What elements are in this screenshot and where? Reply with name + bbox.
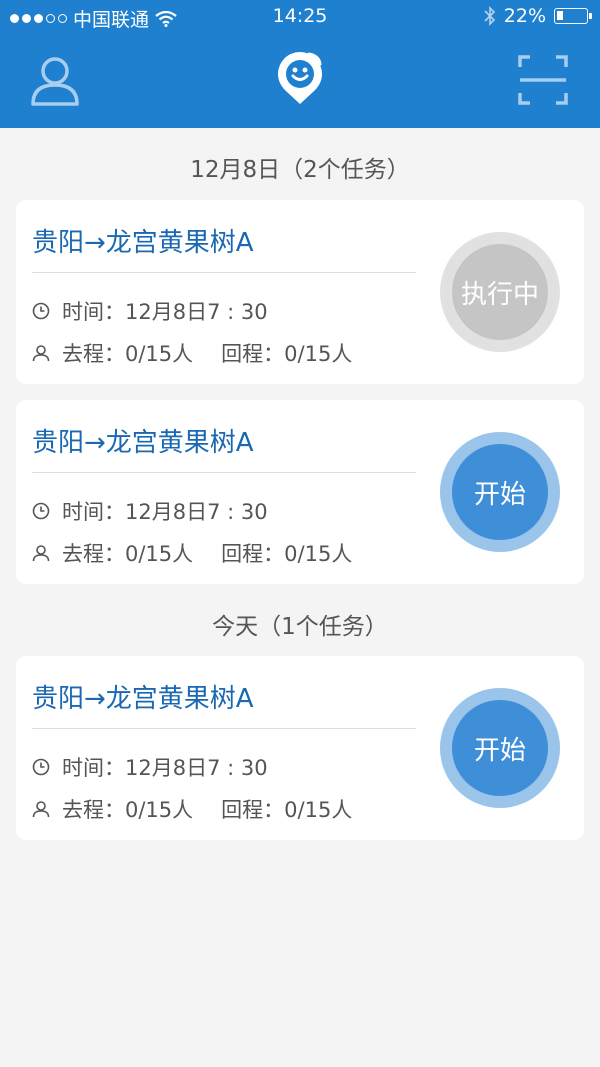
battery-icon	[554, 8, 592, 24]
location-pin-logo-icon	[278, 52, 322, 104]
time-label: 时间：	[62, 500, 125, 524]
clock-icon	[32, 758, 50, 776]
route-title: 贵阳→龙宫黄果树A	[32, 228, 254, 258]
time-row: 时间： 12月8日7 : 30	[32, 496, 268, 526]
action-label: 执行中	[452, 244, 548, 340]
task-card[interactable]: 贵阳→龙宫黄果树A 时间： 12月8日7 : 30 去程： 0/15人 回程： …	[16, 656, 584, 840]
section-header-date: 12月8日（2个任务）	[190, 157, 410, 183]
running-status-button[interactable]: 执行中	[440, 232, 560, 352]
action-label: 开始	[452, 700, 548, 796]
return-value: 0/15人	[284, 542, 353, 566]
battery-percent: 22%	[503, 5, 546, 27]
start-button[interactable]: 开始	[440, 432, 560, 552]
action-label: 开始	[452, 444, 548, 540]
return-value: 0/15人	[284, 342, 353, 366]
divider	[32, 272, 416, 273]
profile-button[interactable]	[30, 55, 80, 111]
return-value: 0/15人	[284, 798, 353, 822]
passenger-row: 去程： 0/15人 回程： 0/15人	[32, 538, 352, 568]
clock-icon	[32, 302, 50, 320]
status-right: 22%	[484, 5, 592, 27]
divider	[32, 472, 416, 473]
person-icon	[32, 545, 50, 562]
outbound-label: 去程：	[62, 798, 125, 822]
return-label: 回程：	[221, 542, 285, 566]
passenger-row: 去程： 0/15人 回程： 0/15人	[32, 794, 352, 824]
time-value: 12月8日7 : 30	[125, 500, 268, 524]
time-value: 12月8日7 : 30	[125, 756, 268, 780]
task-card[interactable]: 贵阳→龙宫黄果树A 时间： 12月8日7 : 30 去程： 0/15人 回程： …	[16, 200, 584, 384]
route-title: 贵阳→龙宫黄果树A	[32, 684, 254, 714]
app-logo	[275, 50, 325, 110]
status-bar: 中国联通 14:25 22%	[0, 0, 600, 34]
route-title: 贵阳→龙宫黄果树A	[32, 428, 254, 458]
scan-frame-icon	[518, 55, 568, 105]
top-bar: 中国联通 14:25 22%	[0, 0, 600, 128]
time-label: 时间：	[62, 756, 125, 780]
section-header-today: 今天（1个任务）	[212, 614, 388, 640]
task-card[interactable]: 贵阳→龙宫黄果树A 时间： 12月8日7 : 30 去程： 0/15人 回程： …	[16, 400, 584, 584]
clock-icon	[32, 502, 50, 520]
outbound-value: 0/15人	[125, 798, 194, 822]
time-value: 12月8日7 : 30	[125, 300, 268, 324]
scan-button[interactable]	[518, 55, 568, 109]
outbound-label: 去程：	[62, 542, 125, 566]
divider	[32, 728, 416, 729]
time-row: 时间： 12月8日7 : 30	[32, 752, 268, 782]
start-button[interactable]: 开始	[440, 688, 560, 808]
time-row: 时间： 12月8日7 : 30	[32, 296, 268, 326]
return-label: 回程：	[221, 342, 285, 366]
return-label: 回程：	[221, 798, 285, 822]
passenger-row: 去程： 0/15人 回程： 0/15人	[32, 338, 352, 368]
user-profile-icon	[31, 57, 79, 106]
outbound-label: 去程：	[62, 342, 125, 366]
time-label: 时间：	[62, 300, 125, 324]
person-icon	[32, 801, 50, 818]
person-icon	[32, 345, 50, 362]
outbound-value: 0/15人	[125, 342, 194, 366]
outbound-value: 0/15人	[125, 542, 194, 566]
bluetooth-icon	[484, 6, 495, 26]
